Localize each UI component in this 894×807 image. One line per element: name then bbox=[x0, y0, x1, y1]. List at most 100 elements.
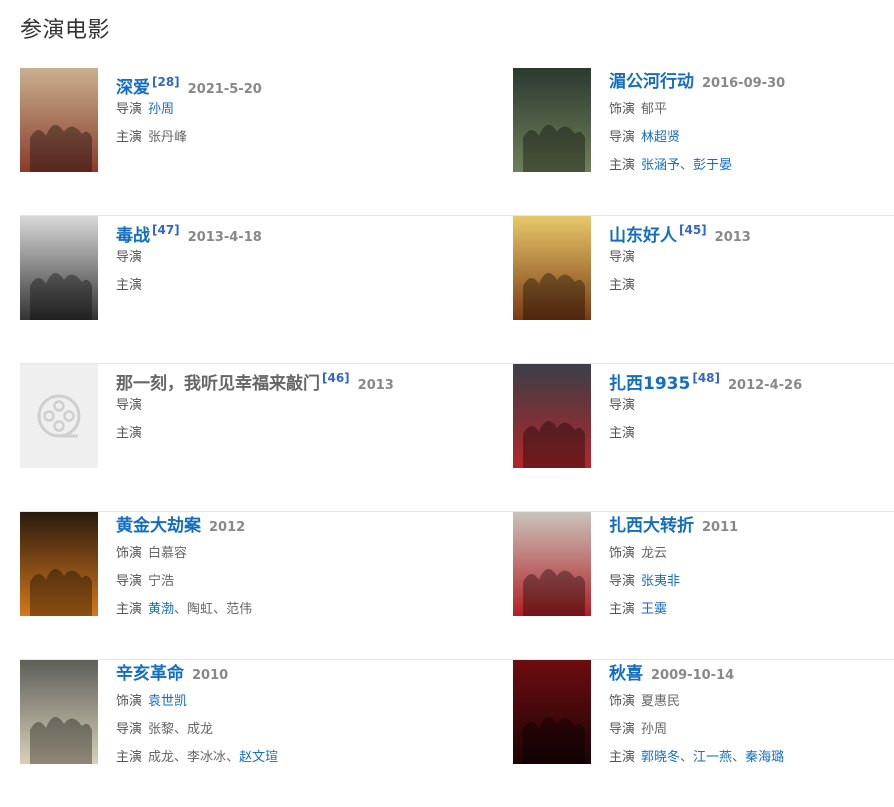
film-card: 深爱 [28] 2021-5-20 导演 孙周 主演 张丹峰 bbox=[20, 68, 440, 198]
film-poster[interactable] bbox=[20, 216, 98, 320]
role-line: 饰演 白慕容 bbox=[116, 540, 436, 568]
film-title-line: 辛亥革命 2010 bbox=[116, 660, 436, 688]
person-link[interactable]: 张涵予 bbox=[641, 158, 680, 173]
person-name: 孙周 bbox=[641, 722, 668, 737]
film-poster[interactable] bbox=[20, 660, 98, 764]
release-date: 2010 bbox=[192, 668, 229, 683]
starring-line: 主演 bbox=[609, 272, 894, 300]
separator: 、 bbox=[174, 722, 188, 737]
release-date: 2013 bbox=[714, 230, 751, 245]
director-line: 导演 林超贤 bbox=[609, 124, 894, 152]
film-title[interactable]: 黄金大劫案 bbox=[116, 516, 201, 536]
person-link[interactable]: 张夷非 bbox=[641, 574, 680, 589]
person-link[interactable]: 袁世凯 bbox=[148, 694, 187, 709]
film-poster[interactable] bbox=[513, 68, 591, 172]
film-poster[interactable] bbox=[20, 68, 98, 172]
release-date: 2009-10-14 bbox=[651, 668, 735, 683]
director-line: 导演 张黎、成龙 bbox=[116, 716, 436, 744]
film-poster[interactable] bbox=[513, 512, 591, 616]
film-card: 山东好人 [45] 2013 导演 主演 bbox=[513, 216, 894, 346]
film-card: 秋喜 2009-10-14 饰演 夏惠民 导演 孙周 主演 郭晓冬、江一燕、秦海璐 bbox=[513, 660, 894, 790]
release-date: 2016-09-30 bbox=[702, 76, 786, 91]
person-name: 张丹峰 bbox=[148, 130, 188, 145]
film-row: 辛亥革命 2010 饰演 袁世凯 导演 张黎、成龙 主演 成龙、李冰冰、赵文瑄 秋喜 2009-1… bbox=[20, 660, 894, 807]
person-link[interactable]: 黄渤 bbox=[148, 602, 174, 617]
starring-line: 主演 成龙、李冰冰、赵文瑄 bbox=[116, 744, 436, 772]
person-link[interactable]: 孙周 bbox=[148, 102, 174, 117]
film-row: 黄金大劫案 2012 饰演 白慕容 导演 宁浩 主演 黄渤、陶虹、范伟 扎西大转折 2011 饰演龙… bbox=[20, 512, 894, 660]
role-line: 饰演 郁平 bbox=[609, 96, 894, 124]
reference-link[interactable]: [28] bbox=[152, 75, 180, 89]
film-info: 辛亥革命 2010 饰演 袁世凯 导演 张黎、成龙 主演 成龙、李冰冰、赵文瑄 bbox=[116, 660, 436, 772]
starring-line-label: 主演 bbox=[609, 426, 636, 441]
film-info: 黄金大劫案 2012 饰演 白慕容 导演 宁浩 主演 黄渤、陶虹、范伟 bbox=[116, 512, 436, 624]
film-title[interactable]: 扎西1935 bbox=[609, 374, 690, 394]
person-name: 张黎 bbox=[148, 722, 175, 737]
director-line: 导演 孙周 bbox=[609, 716, 894, 744]
release-date: 2013 bbox=[357, 378, 394, 393]
film-info: 山东好人 [45] 2013 导演 主演 bbox=[609, 216, 894, 300]
separator: 、 bbox=[174, 602, 188, 617]
role-line-label: 饰演 bbox=[116, 694, 143, 709]
director-line: 导演 bbox=[116, 392, 436, 420]
director-line-label: 导演 bbox=[116, 722, 143, 737]
film-info: 扎西大转折 2011 饰演 龙云 导演 张夷非 主演 王霙 bbox=[609, 512, 894, 624]
starring-line-label: 主演 bbox=[609, 278, 636, 293]
film-title[interactable]: 秋喜 bbox=[609, 664, 643, 684]
film-card: 那一刻，我听见幸福来敲门 [46] 2013 导演 主演 bbox=[20, 364, 440, 494]
section-title: 参演电影 bbox=[20, 18, 111, 43]
director-line: 导演 张夷非 bbox=[609, 568, 894, 596]
film-title-line: 扎西大转折 2011 bbox=[609, 512, 894, 540]
role-line-label: 饰演 bbox=[116, 546, 143, 561]
director-line-label: 导演 bbox=[116, 102, 143, 117]
director-line: 导演 宁浩 bbox=[116, 568, 436, 596]
film-title[interactable]: 山东好人 bbox=[609, 226, 677, 246]
film-title[interactable]: 毒战 bbox=[116, 226, 150, 246]
person-link[interactable]: 王霙 bbox=[641, 602, 667, 617]
person-link[interactable]: 彭于晏 bbox=[693, 158, 732, 173]
reference-link[interactable]: [48] bbox=[692, 371, 720, 385]
separator: 、 bbox=[213, 602, 227, 617]
reference-link[interactable]: [45] bbox=[679, 223, 707, 237]
film-info: 深爱 [28] 2021-5-20 导演 孙周 主演 张丹峰 bbox=[116, 68, 436, 152]
film-title-line: 湄公河行动 2016-09-30 bbox=[609, 68, 894, 96]
director-line: 导演 bbox=[116, 244, 436, 272]
film-info: 湄公河行动 2016-09-30 饰演 郁平 导演 林超贤 主演 张涵予、彭于晏 bbox=[609, 68, 894, 180]
film-title[interactable]: 辛亥革命 bbox=[116, 664, 184, 684]
director-line-label: 导演 bbox=[609, 130, 636, 145]
film-row: 那一刻，我听见幸福来敲门 [46] 2013 导演 主演 扎西1935 [48] 2012-4… bbox=[20, 364, 894, 512]
poster-placeholder-icon bbox=[20, 364, 98, 468]
film-title[interactable]: 扎西大转折 bbox=[609, 516, 694, 536]
director-line-label: 导演 bbox=[116, 398, 143, 413]
starring-line: 主演 bbox=[116, 420, 436, 448]
director-line-label: 导演 bbox=[116, 250, 143, 265]
film-title[interactable]: 湄公河行动 bbox=[609, 72, 694, 92]
person-name: 成龙 bbox=[187, 722, 214, 737]
film-title-line: 扎西1935 [48] 2012-4-26 bbox=[609, 364, 894, 394]
release-date: 2012-4-26 bbox=[728, 378, 803, 393]
film-title-line: 秋喜 2009-10-14 bbox=[609, 660, 894, 688]
director-line-label: 导演 bbox=[609, 398, 636, 413]
role-line-label: 饰演 bbox=[609, 102, 636, 117]
person-name: 宁浩 bbox=[148, 574, 175, 589]
release-date: 2021-5-20 bbox=[187, 82, 262, 97]
person-name: 白慕容 bbox=[148, 546, 188, 561]
film-card: 辛亥革命 2010 饰演 袁世凯 导演 张黎、成龙 主演 成龙、李冰冰、赵文瑄 bbox=[20, 660, 440, 790]
film-title[interactable]: 深爱 bbox=[116, 78, 150, 98]
starring-line-label: 主演 bbox=[116, 278, 143, 293]
person-name: 龙云 bbox=[641, 546, 668, 561]
film-poster[interactable] bbox=[513, 364, 591, 468]
director-line: 导演 bbox=[609, 392, 894, 420]
reference-link[interactable]: [46] bbox=[322, 371, 350, 385]
role-line-label: 饰演 bbox=[609, 546, 636, 561]
film-poster[interactable] bbox=[513, 216, 591, 320]
film-title-line: 深爱 [28] 2021-5-20 bbox=[116, 68, 436, 98]
film-poster[interactable] bbox=[20, 512, 98, 616]
person-name: 郁平 bbox=[641, 102, 668, 117]
role-line: 饰演 龙云 bbox=[609, 540, 894, 568]
person-link[interactable]: 林超贤 bbox=[641, 130, 680, 145]
reference-link[interactable]: [47] bbox=[152, 223, 180, 237]
film-poster[interactable] bbox=[513, 660, 591, 764]
starring-line: 主演 bbox=[116, 272, 436, 300]
starring-line-label: 主演 bbox=[609, 602, 636, 617]
